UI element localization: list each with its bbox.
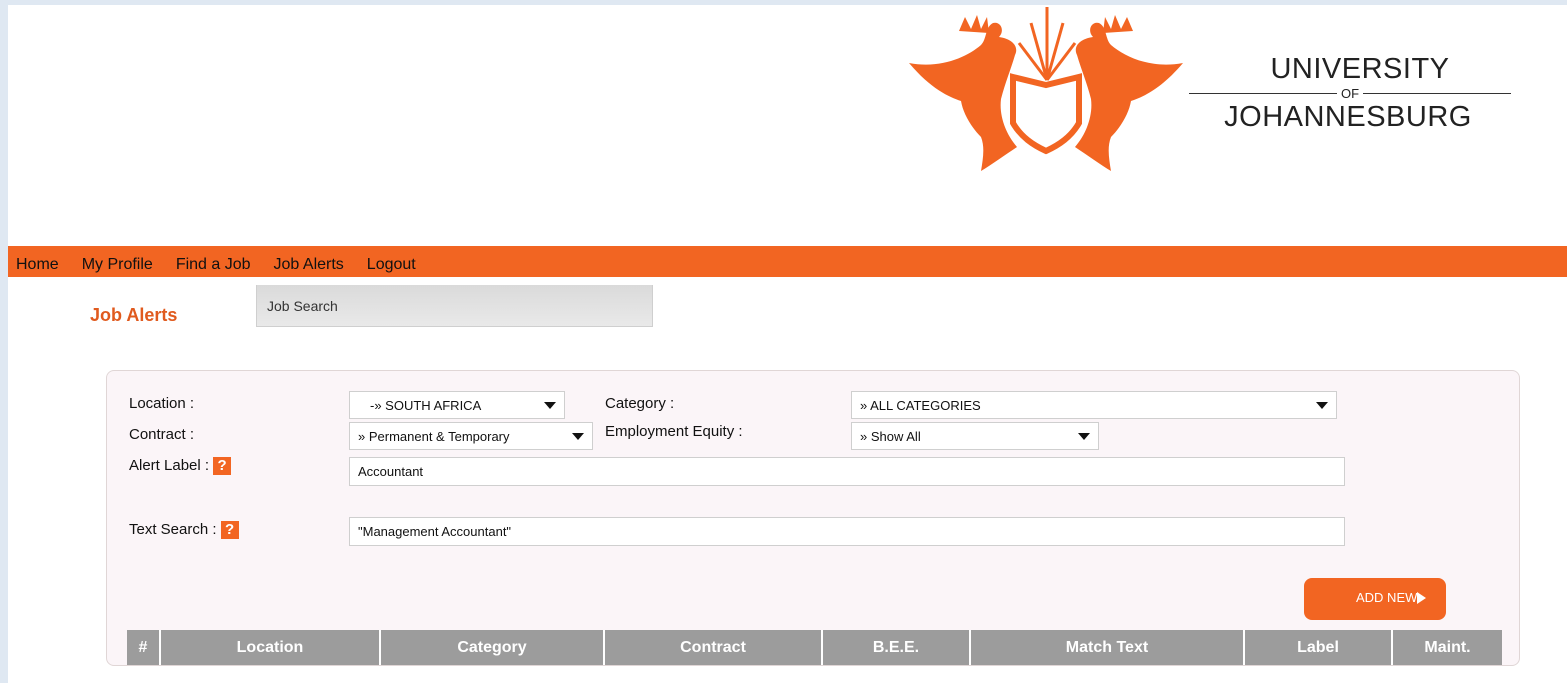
wordmark-rule-left [1189, 92, 1337, 94]
chevron-down-icon [1078, 433, 1090, 440]
employment-equity-label: Employment Equity : [605, 423, 743, 440]
nav-logout[interactable]: Logout [367, 256, 416, 277]
col-match-text: Match Text [971, 630, 1245, 665]
col-contract: Contract [605, 630, 823, 665]
nav-my-profile[interactable]: My Profile [82, 256, 153, 277]
col-bee: B.E.E. [823, 630, 971, 665]
chevron-down-icon [1316, 402, 1328, 409]
location-select[interactable]: -» SOUTH AFRICA [349, 391, 565, 419]
wordmark-rule-right [1363, 92, 1511, 94]
alert-label-text: Alert Label : [129, 457, 210, 474]
alerts-table-header: # Location Category Contract B.E.E. Matc… [127, 630, 1502, 665]
employment-equity-value: » Show All [860, 429, 921, 444]
text-search-input[interactable]: "Management Accountant" [349, 517, 1345, 546]
nav-job-alerts[interactable]: Job Alerts [274, 256, 344, 277]
chevron-down-icon [572, 433, 584, 440]
col-maint: Maint. [1424, 639, 1471, 656]
university-logo: UNIVERSITY OF JOHANNESBURG [901, 5, 1521, 177]
contract-value: » Permanent & Temporary [358, 429, 510, 444]
chevron-down-icon [544, 402, 556, 409]
category-value: » ALL CATEGORIES [860, 398, 981, 413]
col-category: Category [381, 630, 605, 665]
page-title: Job Alerts [90, 305, 178, 325]
col-number: # [127, 630, 161, 665]
main-nav: Home My Profile Find a Job Job Alerts Lo… [8, 246, 1567, 277]
hoopoe-logo-icon [909, 7, 1183, 172]
col-location: Location [161, 630, 381, 665]
category-label: Category : [605, 395, 675, 412]
location-value: -» SOUTH AFRICA [370, 398, 482, 413]
contract-label: Contract : [129, 426, 195, 443]
page: UNIVERSITY OF JOHANNESBURG Home My Profi… [8, 5, 1567, 683]
wordmark-johannesburg: JOHANNESBURG [1224, 101, 1472, 133]
text-search-text: Text Search : [129, 521, 217, 538]
nav-find-a-job[interactable]: Find a Job [176, 256, 251, 277]
university-wordmark: UNIVERSITY OF JOHANNESBURG [1181, 53, 1511, 133]
category-select[interactable]: » ALL CATEGORIES [851, 391, 1337, 419]
alert-label-label: Alert Label :? [129, 457, 232, 475]
wordmark-of: OF [1340, 85, 1360, 101]
alert-label-input[interactable]: Accountant [349, 457, 1345, 486]
wordmark-university: UNIVERSITY [1270, 53, 1450, 85]
col-label: Label [1245, 630, 1393, 665]
location-label: Location : [129, 395, 195, 412]
add-new-label: ADD NEW [1356, 590, 1418, 605]
play-arrow-icon [1417, 592, 1426, 604]
wordmark-of-row: OF [1181, 85, 1511, 101]
nav-home[interactable]: Home [16, 256, 59, 277]
job-alert-form: Location : -» SOUTH AFRICA Category : » … [106, 370, 1520, 666]
help-icon[interactable]: ? [220, 521, 239, 539]
tab-job-search[interactable]: Job Search [256, 285, 653, 327]
help-icon[interactable]: ? [213, 457, 232, 475]
contract-select[interactable]: » Permanent & Temporary [349, 422, 593, 450]
employment-equity-select[interactable]: » Show All [851, 422, 1099, 450]
add-new-button[interactable]: ADD NEW [1304, 578, 1446, 620]
text-search-label: Text Search :? [129, 521, 239, 539]
